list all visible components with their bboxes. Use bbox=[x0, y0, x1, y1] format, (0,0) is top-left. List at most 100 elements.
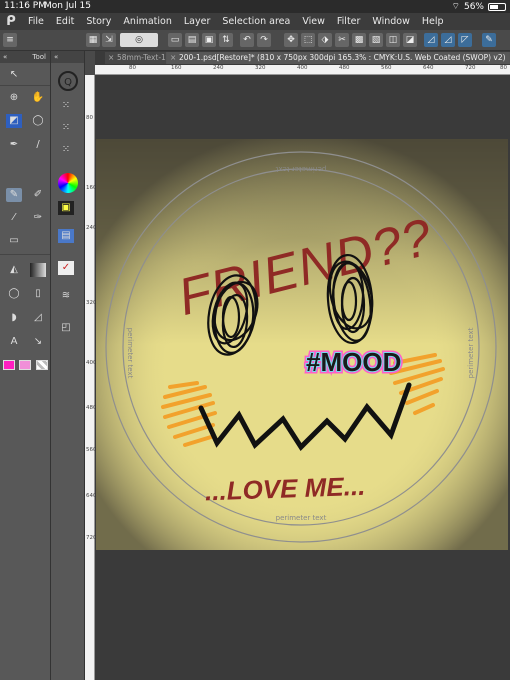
reduce-icon[interactable]: ◪ bbox=[403, 33, 417, 47]
tab-document-2[interactable]: × 200-1.psd[Restore]* (810 x 750px 300dpi… bbox=[167, 52, 510, 64]
hand-tool-icon[interactable]: ✋ bbox=[30, 91, 46, 105]
correct-line-tool-icon[interactable]: ↘ bbox=[30, 335, 46, 349]
layer-icon[interactable]: ≋ bbox=[58, 289, 74, 303]
menu-filter[interactable]: Filter bbox=[331, 16, 367, 27]
auto-select-tool-icon[interactable]: ◩ bbox=[6, 114, 22, 128]
vertical-ruler: 80 160 240 320 400 480 560 640 720 bbox=[85, 75, 97, 680]
fill-tool-icon[interactable]: ◭ bbox=[6, 263, 22, 277]
close-tab-icon[interactable]: × bbox=[170, 52, 176, 64]
operation-tool-icon[interactable]: ↖ bbox=[6, 68, 22, 82]
main-color-swatch[interactable] bbox=[3, 360, 15, 370]
navigator-icon[interactable]: ◰ bbox=[58, 321, 74, 335]
artwork-canvas[interactable]: perimeter text perimeter text perimeter … bbox=[95, 75, 510, 680]
balloon-tool-icon[interactable]: ◗ bbox=[6, 311, 22, 325]
tool-divider bbox=[0, 254, 50, 255]
grid-icon[interactable]: ▦ bbox=[86, 33, 100, 47]
ruler-tick-label: 400 bbox=[297, 65, 308, 71]
undo-icon[interactable]: ↶ bbox=[240, 33, 254, 47]
ios-status-bar: 11:16 PM Mon Jul 15 ⌔ 56% bbox=[0, 0, 510, 13]
menu-window[interactable]: Window bbox=[366, 16, 415, 27]
canvas-viewport[interactable]: perimeter text perimeter text perimeter … bbox=[95, 75, 510, 680]
new-file-icon[interactable]: ▭ bbox=[168, 33, 182, 47]
color-set-icon[interactable]: ▣ bbox=[58, 201, 74, 215]
ruler-tick-label: 640 bbox=[423, 65, 434, 71]
open-folder-icon[interactable]: ▤ bbox=[185, 33, 199, 47]
crop-icon[interactable]: ✂ bbox=[335, 33, 349, 47]
ruler-tick-label: 80 bbox=[129, 65, 136, 71]
invert-selection-icon[interactable]: ⬗ bbox=[318, 33, 332, 47]
eyedropper-tool-icon[interactable]: ✒ bbox=[6, 138, 22, 152]
sub-panel-collapse-icon[interactable]: « bbox=[54, 53, 58, 61]
command-bar: ≡ ▦ ⇲ ◎ ▭ ▤ ▣ ⇅ ↶ ↷ ✥ ⬚ ⬗ ✂ ▩ ▧ ◫ ◪ ◿ ◿ … bbox=[0, 30, 510, 51]
ruler-tick-label: 160 bbox=[171, 65, 182, 71]
airbrush-tool-icon[interactable]: ⁄ bbox=[6, 211, 22, 225]
save-icon[interactable]: ▣ bbox=[202, 33, 216, 47]
ruler-tick-label: 80 bbox=[500, 65, 507, 71]
menu-help[interactable]: Help bbox=[416, 16, 450, 27]
ruler-icon[interactable]: ◿ bbox=[424, 33, 438, 47]
sub-panel-header: « bbox=[51, 51, 84, 63]
stabilizer-icon[interactable]: ◸ bbox=[458, 33, 472, 47]
menu-animation[interactable]: Animation bbox=[117, 16, 177, 27]
ruler-tick-label: 720 bbox=[465, 65, 476, 71]
layer-property-icon[interactable]: ✓ bbox=[58, 261, 74, 275]
fill-icon[interactable]: ▩ bbox=[352, 33, 366, 47]
menu-file[interactable]: File bbox=[22, 16, 50, 27]
expand-panels-icon[interactable]: ≡ bbox=[3, 33, 17, 47]
sub-palette: « Q ⁙ ⁙ ⁙ ▣ ▤ ✓ ≋ ◰ bbox=[51, 51, 85, 680]
app-logo-icon[interactable]: ᑭ bbox=[0, 13, 22, 30]
clear-icon[interactable]: ▧ bbox=[369, 33, 383, 47]
menu-selection-area[interactable]: Selection area bbox=[216, 16, 296, 27]
horizontal-ruler: 80 160 240 320 400 480 560 640 720 80 bbox=[95, 65, 510, 75]
brush-tool-icon[interactable]: ✐ bbox=[30, 188, 46, 202]
zoom-tool-icon[interactable]: ⊕ bbox=[6, 91, 22, 105]
figure-tool-icon[interactable]: ◯ bbox=[6, 287, 22, 301]
transparent-color-swatch[interactable] bbox=[36, 360, 48, 370]
eraser-tool-icon[interactable]: ▭ bbox=[6, 234, 22, 248]
menu-layer[interactable]: Layer bbox=[178, 16, 217, 27]
perimeter-text-left: perimeter text bbox=[126, 328, 134, 379]
ruler-tool-icon[interactable]: ◿ bbox=[30, 311, 46, 325]
swirl-icon[interactable]: ◎ bbox=[120, 33, 158, 47]
status-time: 11:16 PM bbox=[4, 1, 46, 11]
brush-size-icon[interactable]: ⁙ bbox=[58, 143, 74, 157]
menu-view[interactable]: View bbox=[296, 16, 331, 27]
pen-pressure-icon[interactable]: ◿ bbox=[441, 33, 455, 47]
frame-tool-icon[interactable]: ▯ bbox=[30, 287, 46, 301]
sub-tool-icon[interactable]: ⁙ bbox=[58, 121, 74, 135]
quick-access-icon[interactable]: Q bbox=[58, 71, 78, 91]
tool-panel-header: « Tool bbox=[0, 51, 50, 63]
close-tab-icon[interactable]: × bbox=[108, 52, 114, 64]
panel-collapse-icon[interactable]: « bbox=[3, 53, 7, 61]
tagline-text: ...LOVE ME... bbox=[204, 471, 365, 507]
tool-property-icon[interactable]: ⁙ bbox=[58, 99, 74, 113]
gradient-tool-icon[interactable] bbox=[30, 263, 46, 277]
pencil-tool-icon[interactable]: ✎ bbox=[6, 188, 22, 202]
battery-percent: 56% bbox=[463, 1, 484, 12]
tab-document-1[interactable]: × 58mm-Text-1 bbox=[105, 52, 167, 64]
sub-color-swatch[interactable] bbox=[19, 360, 31, 370]
document-tabs: × 58mm-Text-1 × 200-1.psd[Restore]* (810 x… bbox=[95, 51, 510, 65]
approx-color-icon[interactable]: ▤ bbox=[58, 229, 74, 243]
ruler-tick-label: 80 bbox=[86, 115, 93, 121]
layers-icon[interactable]: ⇅ bbox=[219, 33, 233, 47]
pen-settings-icon[interactable]: ✎ bbox=[482, 33, 496, 47]
ruler-tick-label: 240 bbox=[213, 65, 224, 71]
pen-tool-icon[interactable]: / bbox=[30, 138, 46, 152]
transform-icon[interactable]: ✥ bbox=[284, 33, 298, 47]
menu-edit[interactable]: Edit bbox=[50, 16, 80, 27]
color-wheel-icon[interactable] bbox=[58, 173, 78, 193]
redo-icon[interactable]: ↷ bbox=[257, 33, 271, 47]
decoration-tool-icon[interactable]: ✑ bbox=[30, 211, 46, 225]
hashtag-text: #MOOD bbox=[306, 347, 401, 377]
tool-palette: « Tool ↖ ⊕ ✋ ◩ ◯ ✒ / ✎ ✐ ⁄ ✑ ▭ ◭ ◯ ▯ ◗ ◿… bbox=[0, 51, 51, 680]
text-tool-icon[interactable]: A bbox=[6, 335, 22, 349]
menu-story[interactable]: Story bbox=[80, 16, 117, 27]
shortcut-icon[interactable]: ⇲ bbox=[102, 33, 116, 47]
perimeter-text-top: perimeter text bbox=[275, 165, 326, 173]
deselect-icon[interactable]: ⬚ bbox=[301, 33, 315, 47]
ruler-tick-label: 320 bbox=[255, 65, 266, 71]
expand-icon[interactable]: ◫ bbox=[386, 33, 400, 47]
lasso-tool-icon[interactable]: ◯ bbox=[30, 114, 46, 128]
status-right: ⌔ 56% bbox=[452, 1, 506, 12]
